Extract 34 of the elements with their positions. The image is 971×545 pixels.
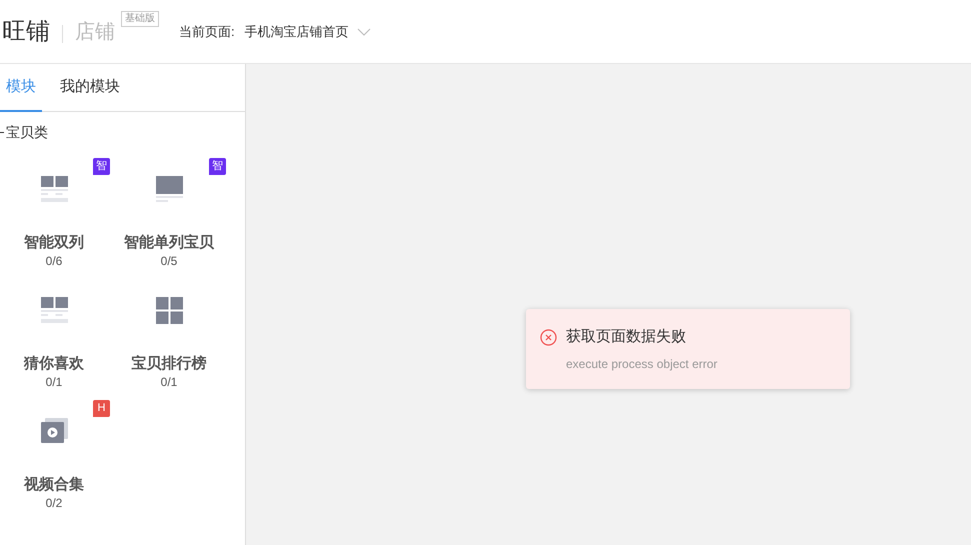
module-name: 猜你喜欢 [24,354,84,374]
grid-icon [156,297,182,324]
module-name: 宝贝排行榜 [132,354,206,374]
current-page-dropdown[interactable]: 手机淘宝店铺首页 [244,22,371,42]
module-item[interactable]: 智 智能双列 0/6 [0,152,108,273]
module-badge: 智 [209,158,226,175]
module-name: 视频合集 [24,475,84,495]
module-item[interactable]: 智 智能单列宝贝 0/5 [108,152,230,273]
module-count: 0/6 [46,253,62,269]
module-item[interactable]: 宝贝排行榜 0/1 [108,273,230,394]
logo-text: 旺铺 [2,16,50,46]
module-name: 智能单列宝贝 [124,233,214,253]
module-badge: 智 [93,158,110,175]
toast-title: 获取页面数据失败 [566,327,686,347]
error-icon [540,328,557,346]
module-count: 0/1 [160,374,178,390]
single-column-icon [156,176,182,202]
edition-badge: 基础版 [121,11,159,27]
product-name: 店铺 [75,20,115,44]
double-column-icon [40,297,68,324]
module-item[interactable]: H 视频合集 0/2 [0,394,108,515]
video-icon [40,418,68,443]
module-count: 0/2 [46,495,62,511]
current-page-label: 当前页面: [179,22,235,41]
module-count: 0/1 [46,374,62,390]
module-name: 智能双列 [24,233,84,253]
chevron-down-icon [356,28,371,36]
module-count: 0/5 [160,253,178,269]
module-badge: H [93,400,110,417]
section-header[interactable]: 宝贝类 [0,122,48,142]
double-column-icon [40,176,68,203]
module-item[interactable]: 猜你喜欢 0/1 [0,273,108,394]
tab[interactable]: 我的模块 [60,64,120,112]
toast-message: execute process object error [566,356,718,372]
